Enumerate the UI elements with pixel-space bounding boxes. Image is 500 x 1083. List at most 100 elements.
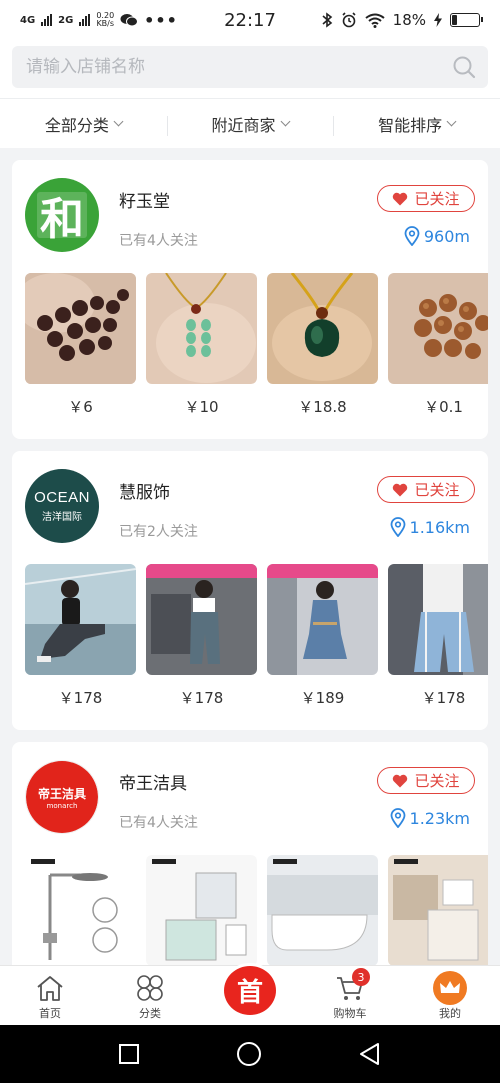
- product-price: ￥18.8: [298, 398, 347, 416]
- product-price: ￥178: [421, 689, 466, 707]
- network-label-4g: 4G: [20, 14, 36, 26]
- back-icon[interactable]: [358, 1042, 382, 1066]
- follower-count: 已有2人关注: [119, 524, 198, 540]
- product-image[interactable]: [388, 564, 488, 675]
- shop-name[interactable]: 籽玉堂: [119, 187, 170, 212]
- shop-distance: 1.23km: [390, 808, 470, 828]
- network-label-2g: 2G: [58, 14, 74, 26]
- cart-count-badge: 3: [352, 968, 370, 986]
- category-icon: [137, 975, 163, 1001]
- chevron-down-icon: [446, 116, 457, 127]
- chevron-down-icon: [280, 116, 290, 127]
- product-image[interactable]: [267, 564, 378, 675]
- bluetooth-icon: [322, 12, 332, 28]
- filter-nearby[interactable]: 附近商家: [166, 112, 334, 136]
- product-item[interactable]: [267, 855, 378, 965]
- battery-icon: [450, 13, 483, 27]
- product-item[interactable]: ￥178: [388, 564, 488, 708]
- follow-button[interactable]: 已关注: [377, 767, 475, 794]
- product-image[interactable]: [146, 273, 257, 384]
- product-row: ￥178 ￥178 ￥189 ￥178: [25, 564, 488, 708]
- follower-count: 已有4人关注: [119, 815, 198, 831]
- tab-mine[interactable]: 我的: [400, 966, 500, 1025]
- product-price: ￥6: [68, 398, 93, 416]
- product-row: ￥6 ￥10 ￥18.8 ￥0.1: [25, 273, 488, 417]
- product-item[interactable]: ￥178: [25, 564, 136, 708]
- tab-cart[interactable]: 3 购物车: [300, 966, 400, 1025]
- product-price: ￥178: [58, 689, 103, 707]
- product-item[interactable]: ￥178: [146, 564, 257, 708]
- product-image[interactable]: [25, 273, 136, 384]
- product-image[interactable]: [267, 273, 378, 384]
- filter-label: 附近商家: [211, 115, 276, 135]
- heart-icon: [393, 774, 408, 787]
- alarm-icon: [342, 12, 356, 28]
- heart-icon: [393, 483, 408, 496]
- network-speed: 0.20 KB/s: [96, 11, 115, 28]
- product-image[interactable]: [25, 564, 136, 675]
- signal-icon: [41, 14, 53, 26]
- heart-icon: [393, 192, 408, 205]
- product-image[interactable]: [267, 855, 378, 965]
- search-input[interactable]: [26, 57, 452, 77]
- center-home-button[interactable]: 首: [224, 966, 276, 1015]
- product-item[interactable]: [25, 855, 136, 965]
- search-icon[interactable]: [452, 55, 476, 79]
- product-image[interactable]: [25, 855, 136, 965]
- location-pin-icon: [404, 226, 420, 246]
- product-item[interactable]: ￥189: [267, 564, 378, 708]
- signal-icon: [79, 14, 91, 26]
- shop-logo: 帝王洁具 monarch: [25, 760, 99, 834]
- shop-list: 和 籽玉堂 已有4人关注 已关注 960m ￥6 ￥10 ￥18.8 ￥0.1 …: [0, 148, 500, 965]
- filter-bar: 全部分类 附近商家 智能排序: [0, 98, 500, 148]
- search-box[interactable]: [12, 46, 488, 88]
- home-nav-icon[interactable]: [236, 1041, 262, 1067]
- shop-name[interactable]: 慧服饰: [119, 478, 170, 503]
- tab-category[interactable]: 分类: [100, 966, 200, 1025]
- shop-card[interactable]: OCEAN 洁洋国际 慧服饰 已有2人关注 已关注 1.16km ￥178 ￥1…: [12, 451, 488, 730]
- filter-label: 全部分类: [44, 115, 109, 135]
- product-price: ￥0.1: [424, 398, 463, 416]
- product-image[interactable]: [388, 855, 488, 965]
- filter-all-categories[interactable]: 全部分类: [0, 112, 167, 136]
- wechat-icon: [120, 14, 139, 27]
- shop-card[interactable]: 帝王洁具 monarch 帝王洁具 已有4人关注 已关注 1.23km: [12, 742, 488, 965]
- tab-center[interactable]: 首: [200, 966, 300, 1025]
- shop-name[interactable]: 帝王洁具: [119, 769, 187, 794]
- location-pin-icon: [390, 808, 405, 828]
- product-item[interactable]: ￥10: [146, 273, 257, 417]
- product-price: ￥189: [300, 689, 345, 707]
- shop-logo: OCEAN 洁洋国际: [25, 469, 99, 543]
- filter-sort[interactable]: 智能排序: [333, 112, 500, 136]
- home-icon: [37, 976, 63, 1001]
- tab-home[interactable]: 首页: [0, 966, 100, 1025]
- shop-card[interactable]: 和 籽玉堂 已有4人关注 已关注 960m ￥6 ￥10 ￥18.8 ￥0.1: [12, 160, 488, 439]
- more-icon: •••: [144, 10, 178, 30]
- product-item[interactable]: ￥6: [25, 273, 136, 417]
- tab-label: 分类: [139, 1007, 161, 1020]
- battery-fill: [452, 15, 457, 25]
- product-image[interactable]: [146, 564, 257, 675]
- shop-distance: 1.16km: [390, 517, 470, 537]
- tab-label: 首页: [39, 1007, 61, 1020]
- location-pin-icon: [390, 517, 405, 537]
- product-image[interactable]: [388, 273, 488, 384]
- product-item[interactable]: [388, 855, 488, 965]
- charging-icon: [434, 13, 442, 27]
- status-bar: 4G 2G 0.20 KB/s ••• 22:17 18%: [0, 0, 500, 40]
- follow-button[interactable]: 已关注: [377, 185, 475, 212]
- product-item[interactable]: ￥18.8: [267, 273, 378, 417]
- tab-label: 我的: [439, 1007, 461, 1020]
- battery-percent: 18%: [392, 11, 426, 29]
- product-price: ￥178: [179, 689, 224, 707]
- wifi-icon: [365, 13, 385, 28]
- recents-icon[interactable]: [118, 1043, 140, 1065]
- chevron-down-icon: [113, 116, 124, 127]
- product-image[interactable]: [146, 855, 257, 965]
- bottom-tab-bar: 首页 分类 首 3 购物车 我的: [0, 965, 500, 1025]
- product-item[interactable]: [146, 855, 257, 965]
- follow-button[interactable]: 已关注: [377, 476, 475, 503]
- follower-count: 已有4人关注: [119, 233, 198, 249]
- search-bar: [0, 40, 500, 98]
- product-item[interactable]: ￥0.1: [388, 273, 488, 417]
